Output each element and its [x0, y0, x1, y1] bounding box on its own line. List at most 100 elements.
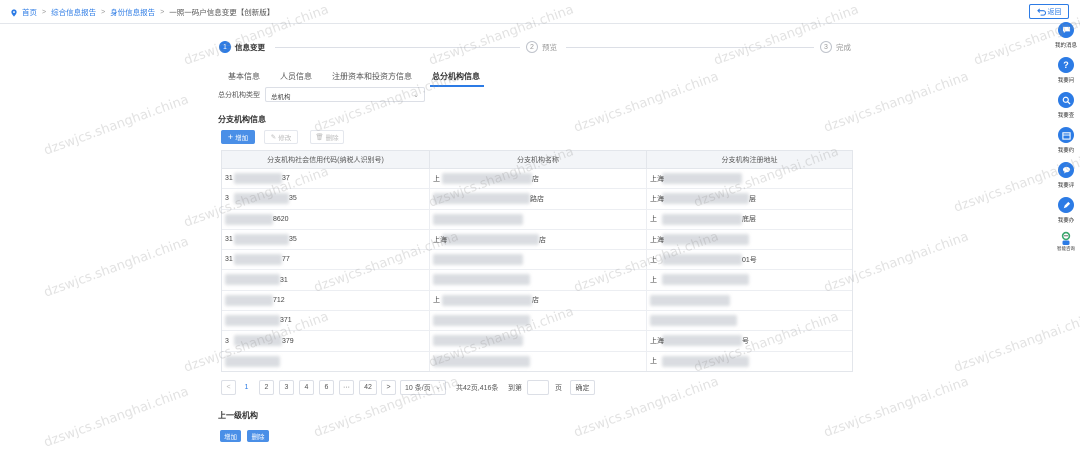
table-row[interactable]: 3 35 路店 上海 层: [222, 189, 852, 210]
hq-type-select[interactable]: 总机构 ⌄: [265, 87, 425, 102]
cell-text-visible-end: 31: [280, 276, 288, 284]
chevron-down-icon: ⌄: [435, 384, 441, 391]
page-4-button[interactable]: 4: [299, 380, 314, 395]
cell-credit-code: 31 37: [222, 169, 430, 189]
cell-branch-name: 上海 店: [430, 229, 647, 250]
add-parent-button[interactable]: 增加: [220, 430, 241, 442]
cell-text-visible-end: 35: [289, 195, 297, 203]
column-header-branch-name: 分支机构名称: [430, 151, 647, 168]
tab-personnel-info[interactable]: 人员信息: [270, 69, 322, 87]
redacted-blur: [662, 193, 749, 205]
table-row[interactable]: 31 上: [222, 270, 852, 291]
page-size-select[interactable]: 10 条/页 ⌄: [400, 380, 446, 395]
cell-branch-address: 上 底层: [647, 210, 852, 229]
page-unit: 页: [555, 385, 562, 392]
redacted-blur: [662, 233, 749, 245]
sidebar-item-ask[interactable]: ? 我要问: [1052, 57, 1080, 84]
cell-credit-code: 3 379: [222, 331, 430, 351]
breadcrumb-report[interactable]: 综合信息报告: [51, 7, 96, 18]
cell-branch-address: 上海: [647, 169, 852, 188]
sidebar-item-appointment[interactable]: 我要约: [1052, 127, 1080, 154]
redacted-blur: [433, 193, 530, 205]
cell-branch-name: [430, 351, 647, 371]
comment-icon: [1058, 162, 1074, 178]
chevron-right-icon: >: [101, 9, 106, 16]
step-number: 2: [526, 41, 538, 53]
sidebar-label: 我的消息: [1054, 43, 1077, 49]
redacted-blur: [234, 193, 289, 205]
sidebar-item-handle[interactable]: 我要办: [1052, 197, 1080, 224]
cell-credit-code: 3 35: [222, 189, 430, 209]
sidebar-item-search[interactable]: 我要查: [1052, 92, 1080, 119]
table-row[interactable]: 371: [222, 311, 852, 332]
page-3-button[interactable]: 3: [279, 380, 294, 395]
back-label: 返回: [1047, 8, 1062, 16]
hq-type-value: 总机构: [271, 94, 291, 101]
column-header-credit-code: 分支机构社会信用代码(纳税人识别号): [222, 151, 430, 168]
page-ellipsis[interactable]: ···: [339, 380, 354, 395]
back-button[interactable]: 返回: [1029, 4, 1069, 19]
sidebar-label: 我要办: [1057, 218, 1075, 224]
goto-confirm-button[interactable]: 确定: [570, 380, 595, 395]
delete-branch-button[interactable]: 🗑 删除: [310, 130, 344, 144]
watermark-text: dzswjcs.shanghai.china: [822, 374, 971, 441]
table-row[interactable]: 31 37 上店上海: [222, 169, 852, 190]
redacted-blur: [433, 274, 530, 286]
table-row[interactable]: 31 35 上海 店 上海: [222, 229, 852, 251]
goto-page-input[interactable]: [527, 380, 549, 395]
step-connector: [275, 47, 520, 48]
prev-page-button[interactable]: <: [221, 380, 236, 395]
sidebar-item-smart-consult[interactable]: 智能咨询: [1052, 230, 1080, 252]
plus-icon: +: [227, 131, 234, 142]
page-size-value: 10 条/页: [405, 384, 431, 392]
tab-capital-info[interactable]: 注册资本和投资方信息: [322, 69, 422, 87]
column-header-branch-address: 分支机构注册地址: [721, 156, 778, 164]
redacted-blur: [225, 315, 280, 327]
cell-branch-address: 上海 层: [647, 189, 852, 208]
table-row[interactable]: 8620 上 底层: [222, 209, 852, 230]
cell-text-visible-start: 上海: [650, 175, 664, 183]
edit-branch-button[interactable]: ✎ 修改: [264, 130, 298, 144]
cell-text-visible-start: 上: [433, 297, 440, 305]
breadcrumb-home[interactable]: 首页: [22, 7, 37, 18]
table-row[interactable]: 31 77 上 01号: [222, 250, 852, 271]
page-1-button[interactable]: 1: [239, 380, 254, 395]
step-label: 信息变更: [235, 42, 265, 52]
tab-branch-info[interactable]: 总分机构信息: [422, 69, 490, 87]
watermark-text: dzswjcs.shanghai.china: [42, 92, 191, 159]
sidebar-label: 智能咨询: [1057, 246, 1075, 251]
tab-basic-info[interactable]: 基本信息: [218, 69, 270, 87]
table-row[interactable]: 上: [222, 351, 852, 371]
sidebar-item-messages[interactable]: 我的消息: [1052, 22, 1080, 49]
cell-text-visible-end: 379: [282, 337, 294, 345]
table-row[interactable]: 712 上店: [222, 290, 852, 312]
branch-table: 分支机构社会信用代码(纳税人识别号) 分支机构名称 分支机构注册地址 31 37 上…: [221, 150, 853, 372]
page-2-button[interactable]: 2: [259, 380, 274, 395]
cell-text-visible-end: 01号: [742, 256, 757, 264]
redacted-blur: [662, 355, 749, 367]
delete-parent-button[interactable]: 删除: [247, 430, 269, 442]
next-page-button[interactable]: >: [381, 380, 396, 395]
cell-text-visible-start: 上海: [433, 236, 447, 244]
return-arrow-icon: [1036, 8, 1046, 16]
cell-credit-code: 31 35: [222, 229, 430, 250]
redacted-blur: [433, 213, 523, 225]
page-42-button[interactable]: 42: [359, 380, 377, 395]
breadcrumb-identity[interactable]: 身份信息报告: [110, 7, 155, 18]
cell-text-visible-end: 371: [280, 317, 292, 325]
cell-text-visible-end: 8620: [273, 215, 289, 223]
redacted-blur: [433, 335, 523, 347]
redacted-blur: [442, 294, 532, 306]
cell-text-visible-end: 35: [289, 236, 297, 244]
page-6-button[interactable]: 6: [319, 380, 334, 395]
cell-text-visible-start: 上: [650, 216, 657, 224]
sidebar-item-review[interactable]: 我要评: [1052, 162, 1080, 189]
redacted-blur: [234, 173, 282, 184]
breadcrumb: 首页 > 综合信息报告 > 身份信息报告 > 一照一码户信息变更【创新版】: [10, 7, 274, 18]
add-branch-button[interactable]: + 增加: [221, 130, 255, 144]
redacted-blur: [234, 335, 282, 347]
cell-credit-code: [222, 351, 430, 371]
step-preview: 2 预览: [526, 41, 557, 53]
table-row[interactable]: 3 379 上海 号: [222, 331, 852, 352]
watermark-text: dzswjcs.shanghai.china: [952, 309, 1080, 376]
